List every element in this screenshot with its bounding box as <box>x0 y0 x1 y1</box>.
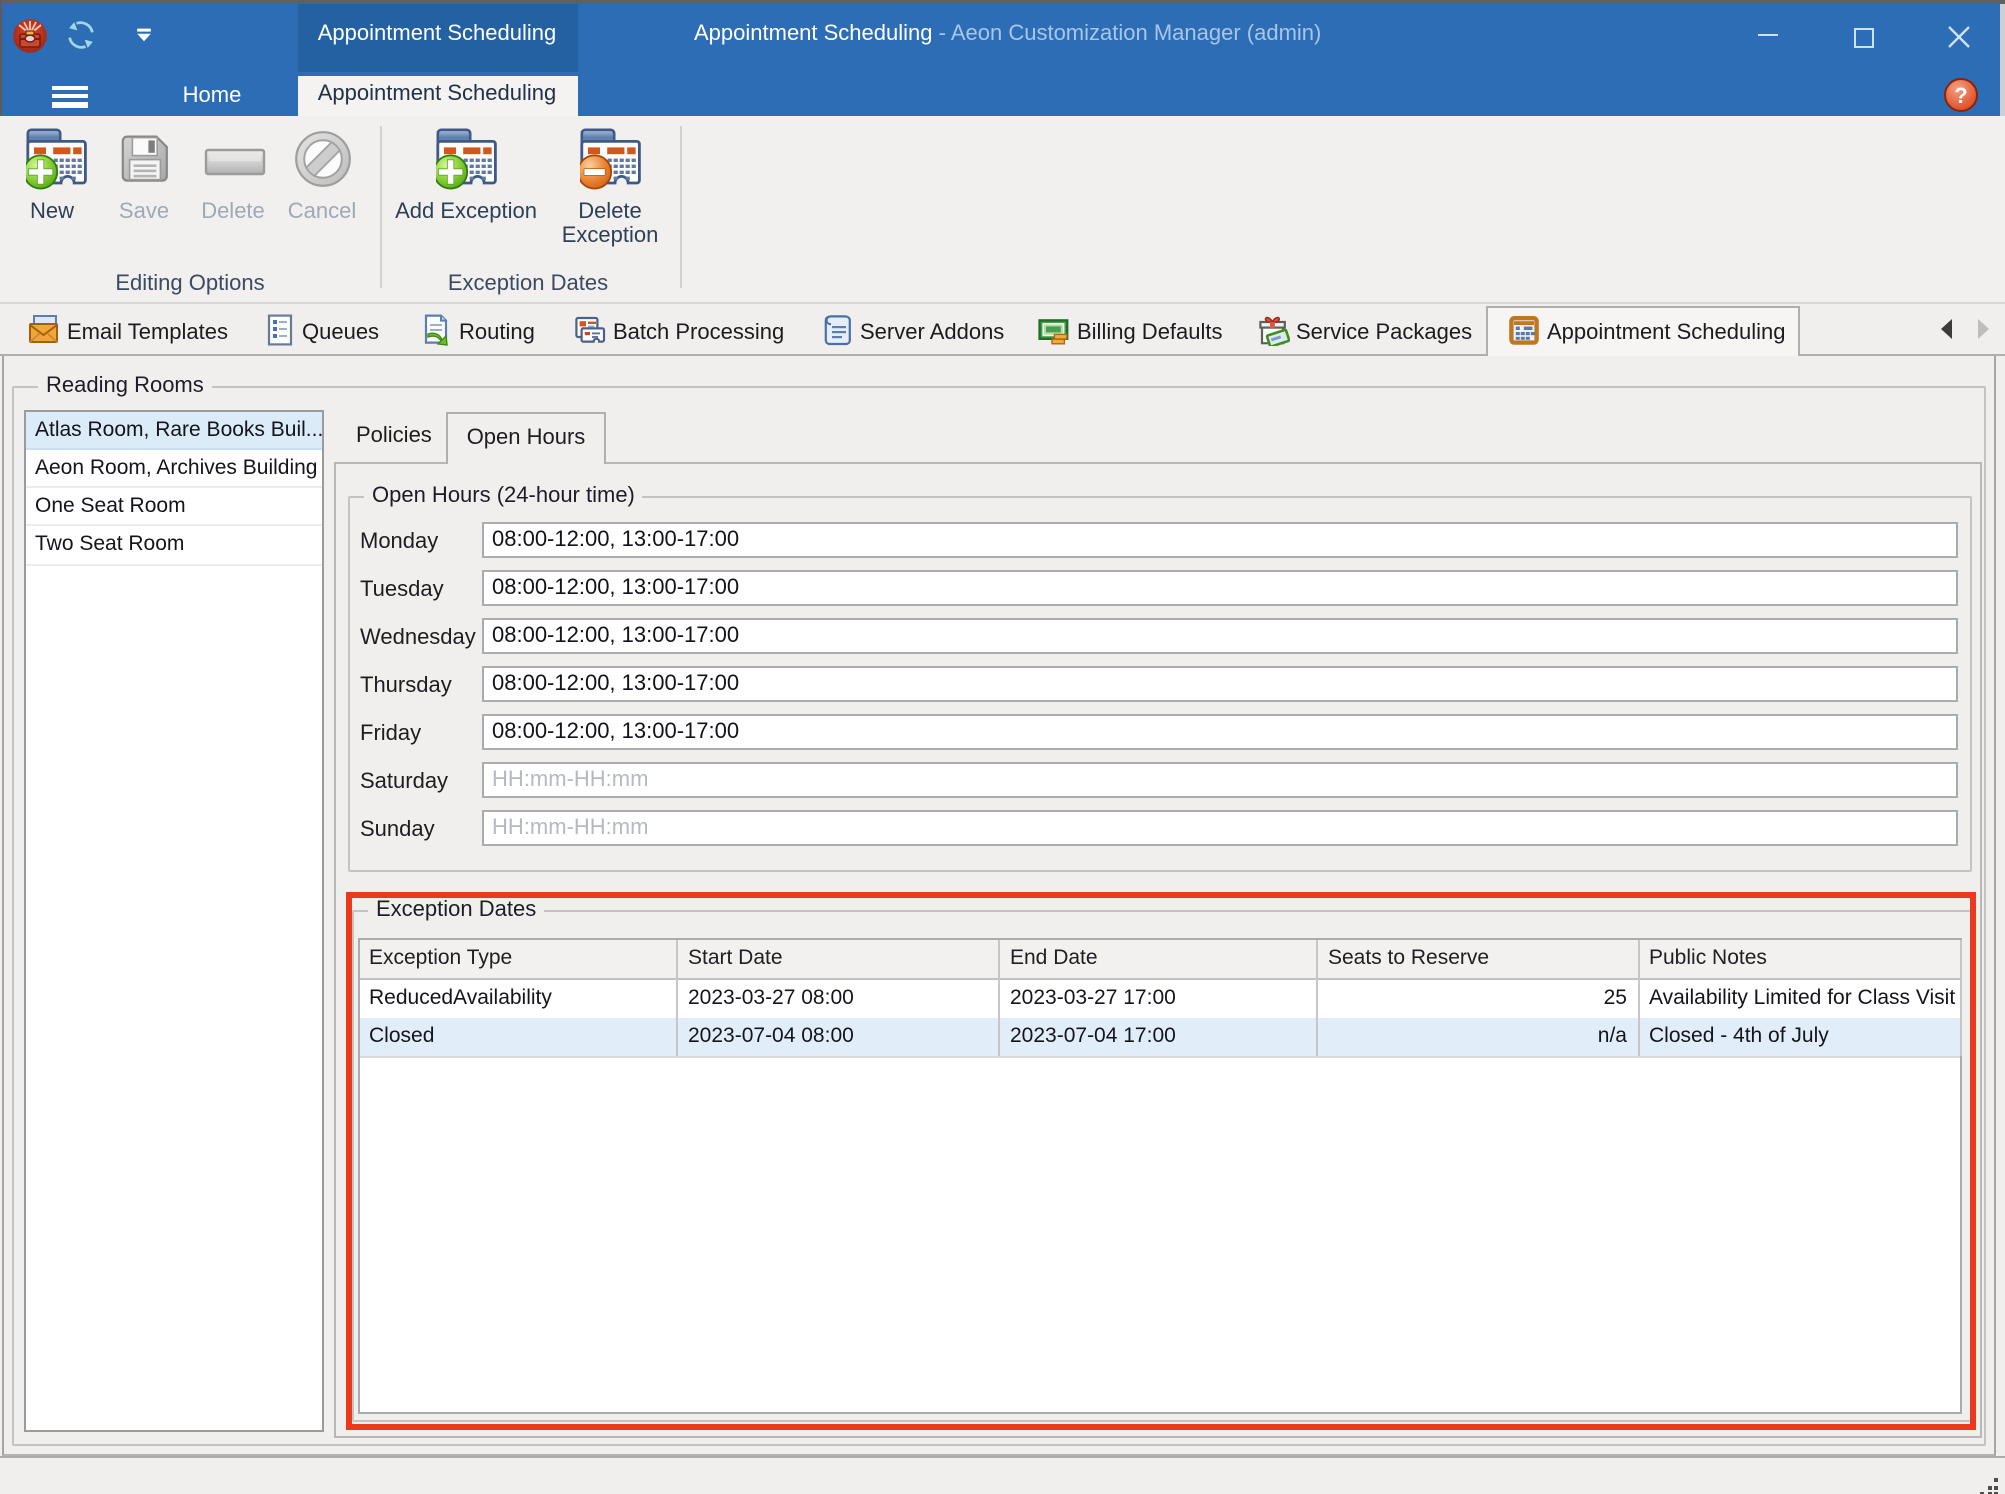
svg-text:?: ? <box>1953 83 1966 108</box>
